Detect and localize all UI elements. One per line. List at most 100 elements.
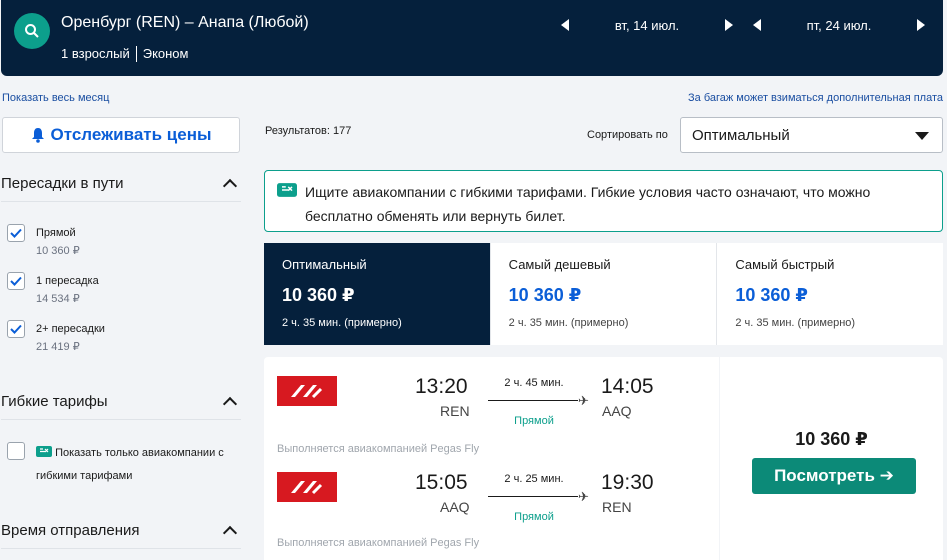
segment-duration: 2 ч. 45 мин. (504, 377, 564, 389)
arrival-time: 19:30 (601, 471, 654, 494)
show-month-link[interactable]: Показать весь месяц (2, 92, 109, 104)
departure-time-filter-header[interactable]: Время отправления (1, 522, 241, 540)
airline-logo-icon (291, 481, 323, 495)
search-icon (25, 24, 39, 38)
check-icon (10, 228, 22, 238)
plane-icon: ✈ (578, 489, 589, 504)
tab-title: Оптимальный (282, 257, 367, 272)
segment-line (488, 400, 578, 401)
tab-price: 10 360 ₽ (282, 285, 355, 305)
departure-time: 15:05 (415, 471, 468, 494)
tab-title: Самый быстрый (735, 257, 835, 272)
sort-dropdown[interactable]: Оптимальный (680, 117, 943, 153)
depart-date-nav: вт, 14 июл. (558, 10, 736, 40)
operator-info: Выполняется авиакомпанией Pegas Fly (277, 537, 480, 549)
info-banner-text: Ищите авиакомпании с гибкими тарифами. Г… (305, 184, 871, 224)
stops-info: Прямой (514, 511, 554, 523)
flex-option-text: Показать только авиакомпании с гибкими т… (36, 447, 224, 482)
stops-info: Прямой (514, 415, 554, 427)
tab-duration: 2 ч. 35 мин. (примерно) (508, 317, 629, 329)
chevron-right-icon (917, 19, 925, 31)
price-panel: 10 360 ₽ Посмотреть ➔ (720, 357, 943, 560)
checkbox-one-stop[interactable] (7, 272, 25, 290)
results-count: Результатов: 177 (265, 125, 352, 137)
departure-time: 13:20 (415, 375, 468, 398)
arrival-airport: AAQ (602, 403, 632, 419)
sort-value: Оптимальный (692, 126, 790, 144)
airline-logo-icon (291, 385, 323, 399)
bell-icon (31, 128, 44, 143)
plane-icon: ✈ (578, 393, 589, 408)
chevron-up-icon (222, 525, 238, 540)
check-icon (10, 324, 22, 334)
segment-duration: 2 ч. 25 мин. (504, 473, 564, 485)
baggage-fee-link[interactable]: За багаж может взиматься дополнительная … (688, 92, 943, 104)
prev-return-date-button[interactable] (750, 15, 764, 35)
segment-line (488, 496, 578, 497)
stop-option-label: Прямой (36, 227, 76, 239)
stop-option-price: 10 360 ₽ (36, 245, 80, 257)
tab-cheapest[interactable]: Самый дешевый 10 360 ₽ 2 ч. 35 мин. (при… (491, 243, 718, 345)
sort-tabs: Оптимальный 10 360 ₽ 2 ч. 35 мин. (приме… (264, 243, 943, 345)
stops-filter-title: Пересадки в пути (1, 175, 124, 192)
airline-logo (277, 472, 337, 502)
prev-depart-date-button[interactable] (558, 15, 572, 35)
return-date-nav: пт, 24 июл. (750, 10, 928, 40)
depart-date[interactable]: вт, 14 июл. (572, 18, 722, 33)
chevron-right-icon (725, 19, 733, 31)
divider (1, 201, 241, 202)
passengers-count: 1 взрослый (61, 46, 130, 61)
flex-ticket-icon (277, 183, 297, 197)
tab-duration: 2 ч. 35 мин. (примерно) (735, 317, 856, 329)
view-deal-button[interactable]: Посмотреть ➔ (752, 458, 916, 494)
flex-fares-title: Гибкие тарифы (1, 393, 108, 410)
tab-price: 10 360 ₽ (735, 285, 808, 305)
track-prices-label: Отслеживать цены (50, 125, 212, 144)
checkbox-direct[interactable] (7, 224, 25, 242)
stop-option-price: 14 534 ₽ (36, 293, 80, 305)
chevron-up-icon (222, 178, 238, 193)
chevron-left-icon (561, 19, 569, 31)
divider (135, 46, 137, 62)
passenger-info[interactable]: 1 взрослый Эконом (61, 46, 188, 62)
arrival-time: 14:05 (601, 375, 654, 398)
search-header: Оренбург (REN) – Анапа (Любой) 1 взрослы… (1, 0, 943, 76)
flight-price: 10 360 ₽ (795, 429, 868, 449)
cabin-class: Эконом (142, 46, 189, 61)
departure-time-title: Время отправления (1, 522, 140, 539)
stops-filter-header[interactable]: Пересадки в пути (1, 175, 241, 193)
stop-option-label: 1 пересадка (36, 275, 99, 287)
tab-fastest[interactable]: Самый быстрый 10 360 ₽ 2 ч. 35 мин. (при… (717, 243, 943, 345)
sort-label: Сортировать по (587, 129, 668, 141)
airline-logo (277, 376, 337, 406)
tab-duration: 2 ч. 35 мин. (примерно) (282, 317, 402, 329)
flight-card[interactable]: 13:20 REN 2 ч. 45 мин. ✈ Прямой 14:05 AA… (264, 357, 719, 560)
next-return-date-button[interactable] (914, 15, 928, 35)
departure-airport: AAQ (440, 499, 470, 515)
stop-option-label: 2+ пересадки (36, 323, 105, 335)
tab-optimal[interactable]: Оптимальный 10 360 ₽ 2 ч. 35 мин. (приме… (264, 243, 491, 345)
chevron-up-icon (222, 396, 238, 411)
next-depart-date-button[interactable] (722, 15, 736, 35)
stop-option-price: 21 419 ₽ (36, 341, 80, 353)
return-date[interactable]: пт, 24 июл. (764, 18, 914, 33)
flex-option-label: Показать только авиакомпании с гибкими т… (36, 442, 236, 488)
divider (1, 419, 241, 420)
operator-info: Выполняется авиакомпанией Pegas Fly (277, 443, 480, 455)
caret-down-icon (915, 132, 929, 140)
flex-ticket-icon (36, 446, 52, 457)
divider (1, 548, 241, 549)
checkbox-flex-only[interactable] (7, 442, 25, 460)
check-icon (10, 276, 22, 286)
track-prices-button[interactable]: Отслеживать цены (2, 117, 240, 153)
flex-fares-info-banner: Ищите авиакомпании с гибкими тарифами. Г… (264, 170, 943, 232)
checkbox-two-plus-stops[interactable] (7, 320, 25, 338)
route-title[interactable]: Оренбург (REN) – Анапа (Любой) (61, 14, 309, 32)
departure-airport: REN (440, 403, 470, 419)
flex-fares-filter-header[interactable]: Гибкие тарифы (1, 393, 241, 411)
tab-price: 10 360 ₽ (508, 285, 582, 305)
chevron-left-icon (753, 19, 761, 31)
arrival-airport: REN (602, 499, 632, 515)
tab-title: Самый дешевый (508, 257, 611, 272)
search-button[interactable] (14, 13, 50, 49)
